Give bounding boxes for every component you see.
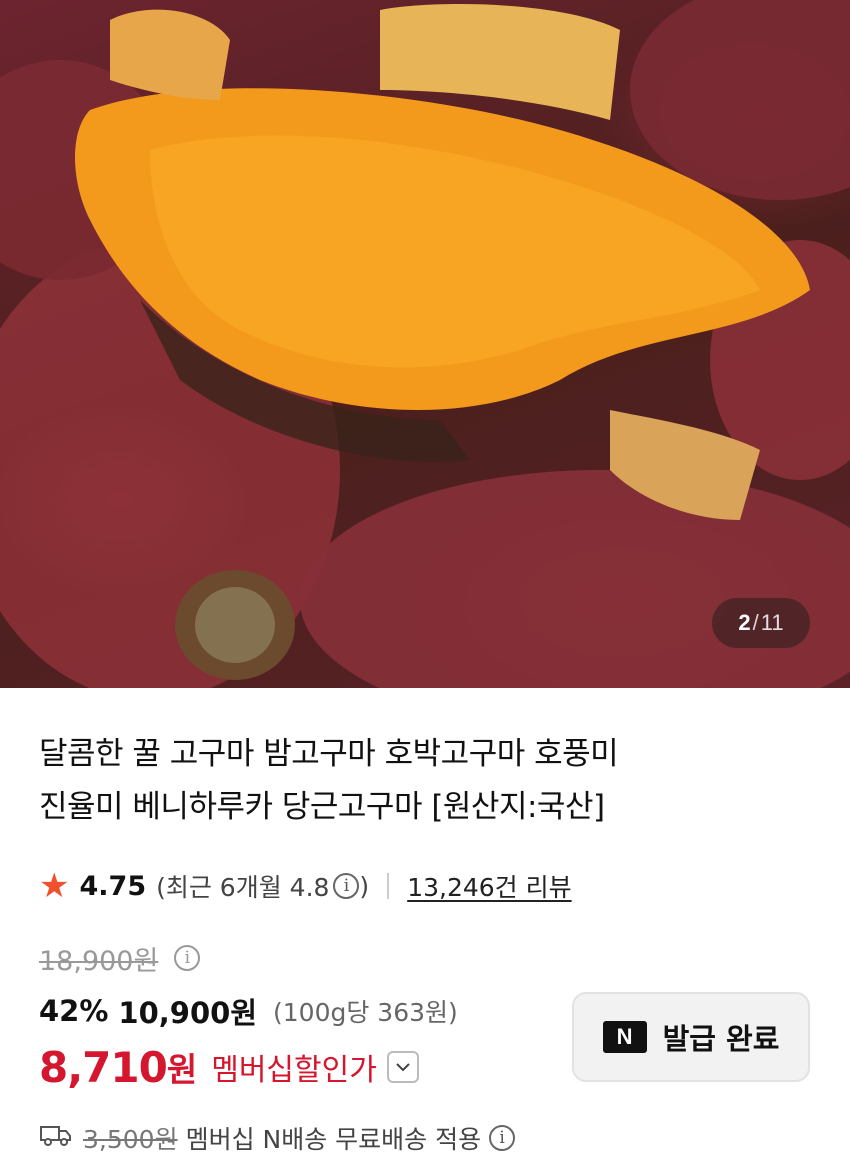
member-price-row: 8,710 원 멤버십할인가 — [39, 1040, 419, 1094]
divider — [387, 873, 390, 899]
recent-rating-close: ) — [359, 871, 370, 901]
rating-score: 4.75 — [79, 870, 147, 902]
coupon-label: 발급 완료 — [662, 1022, 780, 1056]
review-count-link[interactable]: 13,246건 리뷰 — [407, 868, 571, 904]
product-title-line-1: 달콤한 꿀 고구마 밤고구마 호박고구마 호풍미 — [39, 736, 619, 772]
original-shipping-fee: 3,500원 — [83, 1125, 178, 1154]
member-price-label: 멤버십할인가 — [211, 1053, 377, 1088]
unit-price: (100g당 363원) — [273, 998, 458, 1027]
info-icon[interactable]: i — [489, 1125, 516, 1151]
original-price-row: 18,900원 i — [39, 936, 201, 980]
image-counter-current: 2 — [738, 610, 751, 635]
sale-price: 10,900원 — [118, 996, 258, 1030]
star-icon: ★ — [39, 866, 70, 906]
member-price: 8,710 — [39, 1042, 168, 1092]
chevron-down-icon[interactable] — [386, 1051, 419, 1083]
image-counter-total: 11 — [760, 610, 784, 635]
product-title: 달콤한 꿀 고구마 밤고구마 호박고구마 호풍미 진율미 베니하루카 당근고구마… — [39, 728, 799, 834]
info-icon[interactable]: i — [174, 945, 201, 971]
coupon-issued-button[interactable]: N 발급 완료 — [572, 992, 810, 1082]
rating-row: ★ 4.75 (최근 6개월 4.8 i ) 13,246건 리뷰 — [39, 864, 572, 908]
naver-n-icon: N — [602, 1021, 647, 1053]
discount-rate: 42% — [39, 994, 109, 1028]
shipping-row: 3,500원 멤버십 N배송 무료배송 적용 i — [39, 1118, 516, 1158]
recent-rating: (최근 6개월 4.8 — [156, 873, 330, 902]
info-icon[interactable]: i — [333, 873, 360, 899]
member-price-unit: 원 — [166, 1050, 198, 1089]
truck-icon — [39, 1123, 73, 1153]
image-counter-separator: / — [752, 610, 759, 635]
product-title-line-2: 진율미 베니하루카 당근고구마 [원산지:국산] — [39, 789, 605, 825]
sale-price-row: 42% 10,900원 (100g당 363원) — [39, 989, 458, 1033]
sweet-potato-photo — [0, 0, 850, 688]
shipping-description: 멤버십 N배송 무료배송 적용 — [185, 1125, 482, 1154]
image-counter: 2 / 11 — [712, 598, 810, 648]
product-image[interactable]: 2 / 11 — [0, 0, 850, 688]
original-price: 18,900원 — [39, 945, 159, 977]
